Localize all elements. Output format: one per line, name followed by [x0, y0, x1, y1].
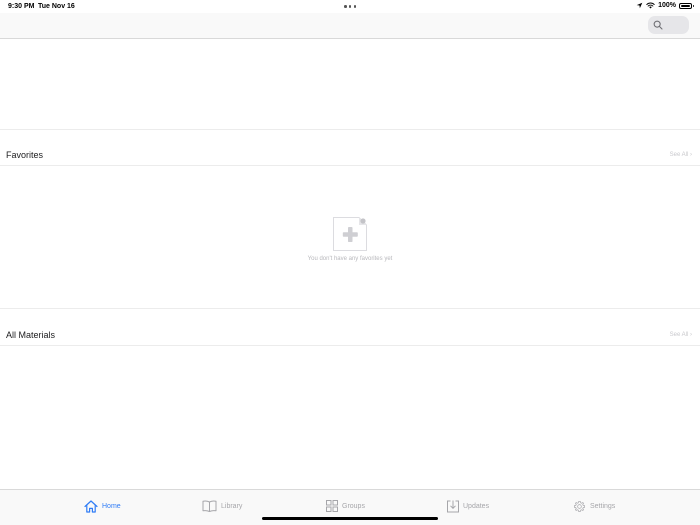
featured-area: [0, 39, 700, 130]
home-indicator[interactable]: [262, 517, 438, 520]
tab-home-label: Home: [102, 502, 121, 510]
house-icon: [84, 499, 98, 513]
all-materials-title: All Materials: [6, 330, 56, 340]
all-materials-see-all-button[interactable]: See All ›: [670, 332, 692, 338]
all-materials-list: [0, 345, 700, 488]
gear-icon: [574, 500, 585, 512]
tab-updates-label: Updates: [463, 502, 490, 510]
status-bar: 9:30 PM Tue Nov 16 100%: [0, 0, 700, 13]
all-materials-header: All Materials See All ›: [0, 325, 700, 346]
document-plus-icon: [333, 217, 367, 251]
tab-library[interactable]: Library: [202, 498, 242, 514]
status-date: Tue Nov 16: [38, 3, 75, 10]
favorites-empty-message: You don't have any favorites yet: [307, 256, 393, 262]
multitasking-dots-icon[interactable]: [344, 5, 356, 8]
favorites-see-all-button[interactable]: See All ›: [670, 152, 692, 158]
favorites-title: Favorites: [6, 150, 44, 160]
favorites-header: Favorites See All ›: [0, 145, 700, 166]
tab-groups-label: Groups: [342, 502, 365, 510]
tab-groups[interactable]: Groups: [326, 498, 365, 514]
magnifier-icon: [653, 20, 663, 30]
status-indicators: 100%: [636, 2, 694, 9]
wifi-icon: [646, 2, 655, 9]
status-time: 9:30 PM: [8, 3, 35, 10]
search-button[interactable]: [648, 16, 689, 34]
battery-percentage: 100%: [658, 2, 676, 9]
tab-settings[interactable]: Settings: [573, 498, 615, 514]
battery-icon: [679, 2, 694, 9]
app-screen: 9:30 PM Tue Nov 16 100% Favorites See Al…: [0, 0, 700, 525]
tab-settings-label: Settings: [590, 502, 616, 510]
favorites-list: You don't have any favorites yet: [0, 165, 700, 309]
navigation-bar: [0, 13, 700, 39]
open-book-icon: [202, 500, 217, 512]
tab-library-label: Library: [221, 502, 243, 510]
tab-updates[interactable]: Updates: [447, 498, 489, 514]
download-tray-icon: [447, 500, 459, 512]
grid-icon: [326, 500, 338, 512]
location-arrow-icon: [636, 2, 643, 9]
tab-home[interactable]: Home: [84, 498, 121, 514]
